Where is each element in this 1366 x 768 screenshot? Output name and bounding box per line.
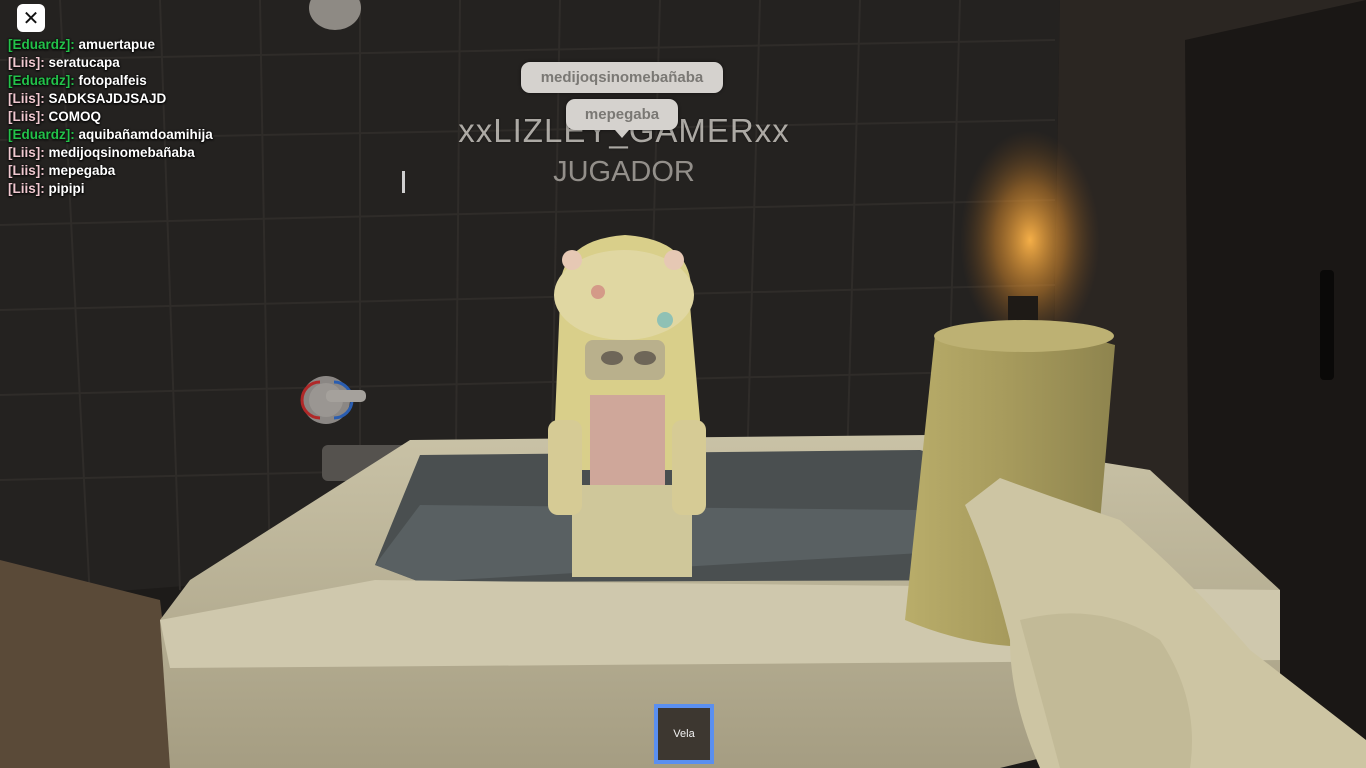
chat-bubble-tail bbox=[615, 130, 629, 138]
chat-text: amuertapue bbox=[78, 37, 156, 52]
chat-message: [Liis]: mepegaba bbox=[8, 162, 213, 180]
chat-message: [Liis]: SADKSAJDJSAJD bbox=[8, 90, 213, 108]
chat-message: [Eduardz]: amuertapue bbox=[8, 36, 213, 54]
chat-speaker: [Eduardz]: bbox=[8, 73, 75, 88]
chat-message: [Liis]: seratucapa bbox=[8, 54, 213, 72]
chat-speaker: [Liis]: bbox=[8, 145, 45, 160]
chat-log: [Eduardz]: amuertapue [Liis]: seratucapa… bbox=[8, 36, 213, 198]
chat-text: fotopalfeis bbox=[78, 73, 147, 88]
chat-bubble: medijoqsinomebañaba bbox=[521, 62, 723, 93]
chat-text: pipipi bbox=[48, 181, 85, 196]
close-button[interactable]: ✕ bbox=[17, 4, 45, 32]
chat-message: [Eduardz]: fotopalfeis bbox=[8, 72, 213, 90]
chat-speaker: [Eduardz]: bbox=[8, 37, 75, 52]
player-role: JUGADOR bbox=[553, 156, 695, 188]
chat-speaker: [Eduardz]: bbox=[8, 127, 75, 142]
chat-message: [Liis]: COMOQ bbox=[8, 108, 213, 126]
close-icon: ✕ bbox=[22, 6, 40, 30]
chat-text: seratucapa bbox=[48, 55, 120, 70]
chat-text: mepegaba bbox=[48, 163, 116, 178]
chat-message: [Liis]: pipipi bbox=[8, 180, 213, 198]
chat-text: COMOQ bbox=[48, 109, 102, 124]
chat-speaker: [Liis]: bbox=[8, 55, 45, 70]
chat-speaker: [Liis]: bbox=[8, 181, 45, 196]
door-handle bbox=[1320, 270, 1334, 380]
chat-speaker: [Liis]: bbox=[8, 91, 45, 106]
chat-speaker: [Liis]: bbox=[8, 163, 45, 178]
chat-text: SADKSAJDJSAJD bbox=[48, 91, 167, 106]
chat-text: medijoqsinomebañaba bbox=[48, 145, 195, 160]
hotbar-slot-vela[interactable]: Vela bbox=[654, 704, 714, 764]
text-cursor bbox=[402, 171, 405, 193]
chat-bubble: mepegaba bbox=[566, 99, 678, 130]
chat-speaker: [Liis]: bbox=[8, 109, 45, 124]
chat-text: aquibañamdoamihija bbox=[78, 127, 213, 142]
hotbar-slot-label: Vela bbox=[673, 728, 695, 740]
chat-message: [Eduardz]: aquibañamdoamihija bbox=[8, 126, 213, 144]
chat-message: [Liis]: medijoqsinomebañaba bbox=[8, 144, 213, 162]
